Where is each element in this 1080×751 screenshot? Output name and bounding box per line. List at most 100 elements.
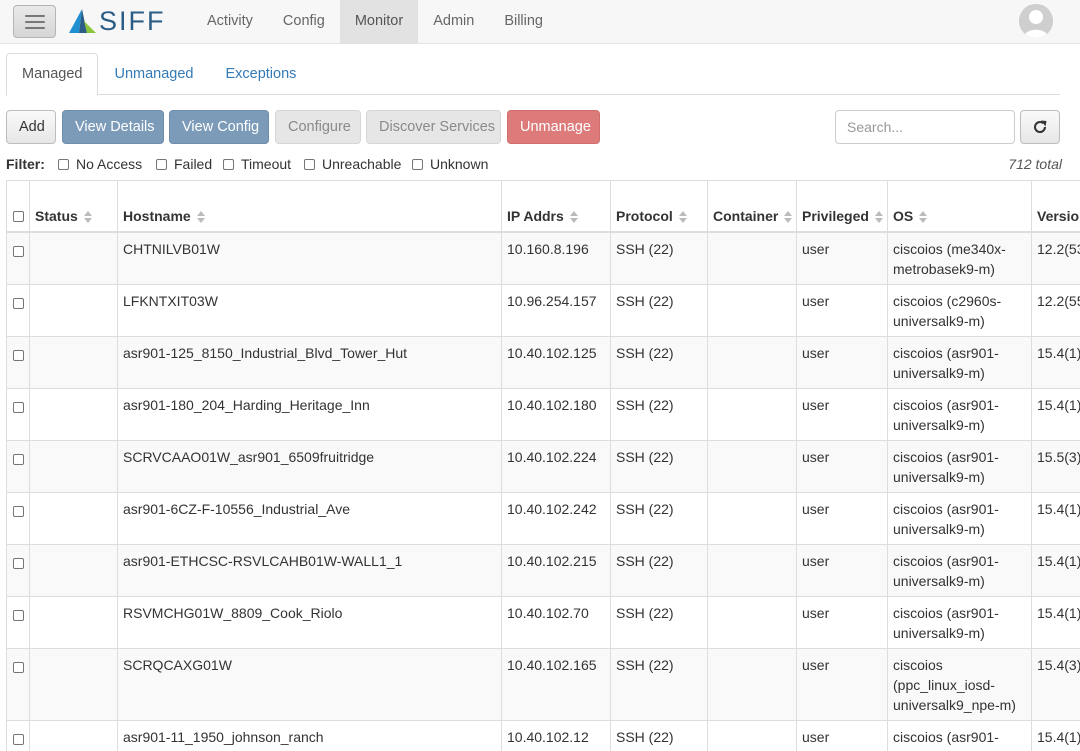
nav-activity[interactable]: Activity: [192, 0, 268, 43]
view-config-button[interactable]: View Config: [169, 110, 269, 144]
filter-failed[interactable]: Failed: [156, 156, 212, 172]
logo-text: SIFF: [99, 6, 166, 36]
row-checkbox[interactable]: [12, 506, 24, 518]
version-cell: 15.4(1): [1031, 387, 1080, 441]
table-row[interactable]: asr901-ETHCSC-RSVLCAHB01W-WALL1_1 10.40.1…: [6, 543, 1080, 597]
refresh-button[interactable]: [1020, 110, 1060, 144]
row-checkbox[interactable]: [12, 402, 24, 414]
refresh-icon: [1034, 120, 1047, 133]
filter-no-access[interactable]: No Access: [58, 156, 142, 172]
sort-icon: [678, 210, 687, 223]
hostname-cell: SCRQCAXG01W: [117, 647, 502, 721]
search-input[interactable]: [835, 110, 1015, 144]
row-checkbox[interactable]: [12, 454, 24, 466]
unmanage-button[interactable]: Unmanage: [507, 110, 600, 144]
column-header-hostname[interactable]: Hostname: [117, 180, 502, 233]
protocol-cell: SSH (22): [610, 283, 708, 337]
protocol-cell: SSH (22): [610, 491, 708, 545]
nav-billing[interactable]: Billing: [489, 0, 558, 43]
version-cell: 15.4(1): [1031, 595, 1080, 649]
column-header-ip-addrs[interactable]: IP Addrs: [501, 180, 611, 233]
column-label: Version: [1037, 207, 1080, 224]
tab-exceptions[interactable]: Exceptions: [209, 53, 312, 95]
os-cell: ciscoios (ppc_linux_iosd-universalk9_npe…: [887, 647, 1032, 721]
filter-unknown-checkbox[interactable]: [412, 158, 423, 170]
os-cell: ciscoios (asr901-universalk9-m): [887, 543, 1032, 597]
filter-timeout[interactable]: Timeout: [223, 156, 291, 172]
table-row[interactable]: asr901-11_1950_johnson_ranch 10.40.102.12…: [6, 719, 1080, 751]
container-cell: [707, 595, 797, 649]
row-checkbox[interactable]: [12, 246, 24, 258]
status-cell: [29, 335, 118, 389]
ip-cell: 10.40.102.242: [501, 491, 611, 545]
column-label: OS: [893, 207, 914, 224]
version-cell: 15.4(1): [1031, 491, 1080, 545]
row-select-cell: [6, 335, 30, 389]
nav-config[interactable]: Config: [268, 0, 340, 43]
tab-unmanaged[interactable]: Unmanaged: [98, 53, 209, 95]
filter-unreachable-checkbox[interactable]: [304, 158, 315, 170]
os-cell: ciscoios (asr901-universalk9-m): [887, 719, 1032, 751]
column-header-protocol[interactable]: Protocol: [610, 180, 708, 233]
filter-no-access-checkbox[interactable]: [58, 158, 69, 170]
row-checkbox[interactable]: [12, 350, 24, 362]
view-details-button[interactable]: View Details: [62, 110, 164, 144]
filter-timeout-checkbox[interactable]: [223, 158, 234, 170]
menu-toggle-button[interactable]: [13, 5, 56, 38]
row-checkbox[interactable]: [12, 298, 24, 310]
os-cell: ciscoios (asr901-universalk9-m): [887, 439, 1032, 493]
column-header-os[interactable]: OS: [887, 180, 1032, 233]
ip-cell: 10.40.102.70: [501, 595, 611, 649]
column-header-version[interactable]: Version: [1031, 180, 1080, 233]
tab-managed[interactable]: Managed: [6, 53, 99, 96]
subtabs: Managed Unmanaged Exceptions: [6, 53, 1060, 96]
column-header-container[interactable]: Container: [707, 180, 797, 233]
table-row[interactable]: SCRVCAAO01W_asr901_6509fruitridge 10.40.1…: [6, 439, 1080, 493]
container-cell: [707, 647, 797, 721]
filter-option-label: Unknown: [430, 156, 489, 172]
nav-monitor[interactable]: Monitor: [339, 0, 419, 43]
filter-failed-checkbox[interactable]: [156, 158, 167, 170]
column-header-privileged[interactable]: Privileged: [796, 180, 888, 233]
protocol-cell: SSH (22): [610, 439, 708, 493]
table-row[interactable]: asr901-180_204_Harding_Heritage_Inn 10.40…: [6, 387, 1080, 441]
user-avatar[interactable]: [1019, 4, 1053, 38]
os-cell: ciscoios (me340x-metrobasek9-m): [887, 231, 1032, 285]
configure-button[interactable]: Configure: [275, 110, 361, 144]
discover-services-button[interactable]: Discover Services: [366, 110, 501, 144]
hostname-cell: LFKNTXIT03W: [117, 283, 502, 337]
filter-unknown[interactable]: Unknown: [412, 156, 488, 172]
table-row[interactable]: CHTNILVB01W 10.160.8.196 SSH (22) user cisco…: [6, 231, 1080, 285]
siff-logo[interactable]: SIFF: [67, 6, 166, 36]
ip-cell: 10.40.102.12: [501, 719, 611, 751]
privileged-cell: user: [796, 283, 888, 337]
row-checkbox[interactable]: [12, 662, 24, 674]
container-cell: [707, 719, 797, 751]
row-checkbox[interactable]: [12, 610, 24, 622]
hostname-cell: asr901-11_1950_johnson_ranch: [117, 719, 502, 751]
table-row[interactable]: SCRQCAXG01W 10.40.102.165 SSH (22) user cisc…: [6, 647, 1080, 721]
column-header-status[interactable]: Status: [29, 180, 118, 233]
protocol-cell: SSH (22): [610, 387, 708, 441]
add-button[interactable]: Add: [6, 110, 56, 144]
table-row[interactable]: asr901-6CZ-F-10556_Industrial_Ave 10.40.1…: [6, 491, 1080, 545]
devices-table-container[interactable]: Status Hostname IP Addrs Protocol Contai…: [6, 180, 1080, 751]
protocol-cell: SSH (22): [610, 595, 708, 649]
select-all-checkbox[interactable]: [12, 211, 24, 223]
table-row[interactable]: LFKNTXIT03W 10.96.254.157 SSH (22) user cisc…: [6, 283, 1080, 337]
row-checkbox[interactable]: [12, 734, 24, 746]
privileged-cell: user: [796, 647, 888, 721]
privileged-cell: user: [796, 387, 888, 441]
status-cell: [29, 491, 118, 545]
filter-unreachable[interactable]: Unreachable: [304, 156, 401, 172]
table-row[interactable]: asr901-125_8150_Industrial_Blvd_Tower_Hu…: [6, 335, 1080, 389]
version-cell: 15.4(3): [1031, 647, 1080, 721]
nav-admin[interactable]: Admin: [418, 0, 489, 43]
table-row[interactable]: RSVMCHG01W_8809_Cook_Riolo 10.40.102.70 SS…: [6, 595, 1080, 649]
hostname-cell: asr901-180_204_Harding_Heritage_Inn: [117, 387, 502, 441]
filter-row: Filter: No Access Failed Timeout Unreach…: [6, 155, 1062, 175]
row-select-cell: [6, 439, 30, 493]
row-checkbox[interactable]: [12, 558, 24, 570]
version-cell: 15.4(1): [1031, 719, 1080, 751]
hamburger-line: [24, 20, 45, 23]
